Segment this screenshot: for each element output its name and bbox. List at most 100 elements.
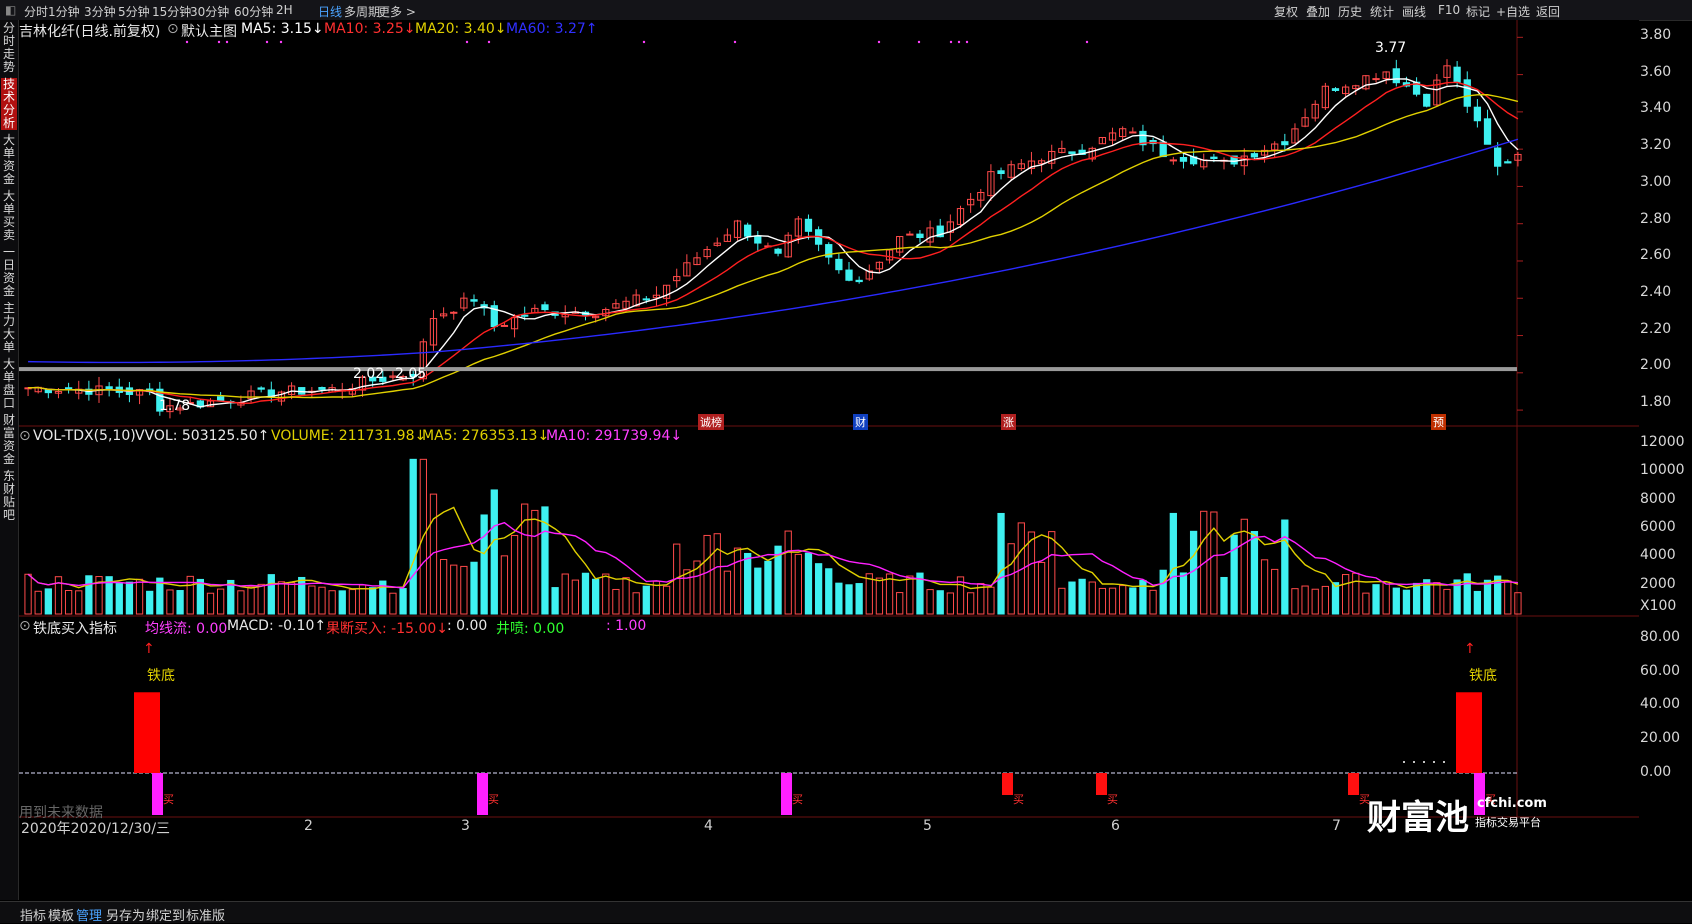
vol-indicator-name[interactable]: VOL-TDX(5,10) xyxy=(33,428,136,444)
volume-bar xyxy=(906,575,914,615)
volume-bar xyxy=(470,561,478,615)
volume-bar xyxy=(237,590,245,615)
candle-body xyxy=(1250,153,1259,158)
period-tab-2[interactable]: 3分钟 xyxy=(84,3,116,20)
vol-ma10-line xyxy=(27,521,1518,589)
ind-dot xyxy=(1423,761,1425,763)
tool-button-8[interactable]: 返回 xyxy=(1536,3,1560,20)
date-label: 2020年2020/12/30/三 xyxy=(21,821,171,837)
volume-bar xyxy=(1119,585,1127,615)
tool-button-1[interactable]: 叠加 xyxy=(1306,3,1330,20)
side-tab-7[interactable]: 财富资金 xyxy=(1,414,17,466)
period-tab-4[interactable]: 15分钟 xyxy=(152,3,191,20)
kline-chart-svg[interactable]: ↑ ↑买买买买买买买 xyxy=(19,20,1639,902)
side-tab-4[interactable]: 一日资金 xyxy=(1,246,17,298)
event-tag-zhang[interactable]: 涨 xyxy=(1001,414,1016,430)
top-marker-dot xyxy=(1085,40,1089,44)
volume-bar xyxy=(683,569,691,615)
bottom-tool-2[interactable]: 管理 xyxy=(76,905,102,924)
ind-jp: 井喷: 0.00 xyxy=(496,621,565,637)
ind-jxl: 均线流: 0.00 xyxy=(145,621,228,637)
vol-tick-2000: 2000 xyxy=(1640,576,1676,592)
vol-ma10: MA10: 291739.94↓ xyxy=(546,428,683,444)
top-marker-dot xyxy=(225,40,229,44)
volume-bar xyxy=(348,589,357,615)
side-tab-6[interactable]: 大单盘口 xyxy=(1,358,17,410)
volume-bar xyxy=(845,584,853,615)
candle-body xyxy=(1210,156,1218,159)
ind-tick-20: 20.00 xyxy=(1640,730,1681,746)
chart-settings-icon[interactable]: ⊙ xyxy=(167,21,179,37)
bottom-tool-1[interactable]: 模板 xyxy=(48,905,74,924)
event-tag-yu[interactable]: 预 xyxy=(1431,414,1446,430)
chart-area[interactable]: ↑ ↑ 买买买买买买买 吉林化纤(日线.前复权) ⊙ 默认主图 MA5: 3.15↓… xyxy=(19,20,1639,902)
volume-bar xyxy=(784,530,792,615)
buy-signal-label-0: 买 xyxy=(163,793,174,806)
volume-bar xyxy=(1494,575,1502,615)
volume-bar xyxy=(551,587,559,615)
volume-bar xyxy=(825,568,833,615)
volume-bar xyxy=(1301,585,1309,615)
bottom-tool-3[interactable]: 另存为 xyxy=(106,905,145,924)
tool-button-4[interactable]: 画线 xyxy=(1402,3,1426,20)
period-tab-7[interactable]: 2H xyxy=(276,3,293,17)
candle-body xyxy=(835,258,843,271)
main-chart-mode[interactable]: 默认主图 xyxy=(181,21,237,41)
tool-button-2[interactable]: 历史 xyxy=(1338,3,1362,20)
vol-toggle-icon[interactable]: ⊙ xyxy=(19,428,31,444)
support-line xyxy=(19,367,1517,372)
period-tab-6[interactable]: 60分钟 xyxy=(234,3,273,20)
tool-button-6[interactable]: 标记 xyxy=(1466,3,1490,20)
side-tab-2[interactable]: 大单资金 xyxy=(1,134,17,186)
layout-icon[interactable]: ◧ xyxy=(5,3,16,17)
volume-bar xyxy=(308,585,316,615)
support-label-2: 2.05 xyxy=(395,366,427,382)
ind-tick-0: 0.00 xyxy=(1640,764,1672,780)
side-tab-5[interactable]: 主力大单 xyxy=(1,302,17,354)
vol-ma5-line xyxy=(27,506,1519,590)
period-tab-3[interactable]: 5分钟 xyxy=(118,3,150,20)
candle-body xyxy=(1483,118,1492,145)
watermark-site: cfchi.com xyxy=(1477,796,1547,811)
tool-button-5[interactable]: F10 xyxy=(1438,3,1460,17)
volume-bar xyxy=(1230,534,1238,615)
tool-button-7[interactable]: +自选 xyxy=(1496,3,1530,20)
volume-bar xyxy=(1372,584,1380,615)
x-label-6: 6 xyxy=(1111,818,1120,834)
top-marker-dot xyxy=(957,40,961,44)
tool-button-0[interactable]: 复权 xyxy=(1274,3,1298,20)
ind-tick-60: 60.00 xyxy=(1640,663,1681,679)
candle-body xyxy=(1473,106,1482,122)
candle-body xyxy=(1159,141,1167,158)
ind-toggle-icon[interactable]: ⊙ xyxy=(19,618,31,634)
side-tab-8[interactable]: 东财贴吧 xyxy=(1,470,17,522)
price-tick-3.80: 3.80 xyxy=(1640,27,1672,43)
period-tab-10[interactable]: 更多 > xyxy=(378,3,416,20)
candle-body xyxy=(1463,79,1471,107)
bottom-tool-5[interactable]: 标准版 xyxy=(186,905,225,924)
bottom-tool-4[interactable]: 绑定到 xyxy=(146,905,185,924)
side-tab-strip: 分时走势技术分析大单资金大单买卖一日资金主力大单大单盘口财富资金东财贴吧 xyxy=(0,20,19,900)
bottom-tool-0[interactable]: 指标 xyxy=(20,905,46,924)
period-tab-8[interactable]: 日线 xyxy=(318,3,342,20)
candle-body xyxy=(541,304,549,311)
volume-bar xyxy=(125,581,134,615)
volume-bar xyxy=(1352,572,1360,615)
event-tag-cai[interactable]: 财 xyxy=(853,414,868,430)
side-tab-0[interactable]: 分时走势 xyxy=(1,22,17,74)
volume-bar xyxy=(1007,543,1015,615)
side-tab-1[interactable]: 技术分析 xyxy=(1,78,17,130)
volume-bar xyxy=(369,587,377,615)
period-tab-9[interactable]: 多周期 xyxy=(344,3,380,20)
volume-bar xyxy=(399,588,407,615)
volume-bar xyxy=(1311,588,1319,615)
side-tab-3[interactable]: 大单买卖 xyxy=(1,190,17,242)
period-tab-1[interactable]: 1分钟 xyxy=(48,3,80,20)
period-tab-5[interactable]: 30分钟 xyxy=(190,3,229,20)
ind-indicator-name[interactable]: 铁底买入指标 xyxy=(33,618,117,638)
period-tab-0[interactable]: 分时 xyxy=(24,3,48,20)
volume-bar xyxy=(896,592,904,615)
tool-button-3[interactable]: 统计 xyxy=(1370,3,1394,20)
event-tag-cheng[interactable]: 诚榜 xyxy=(698,414,724,430)
volume-bar xyxy=(703,534,711,615)
